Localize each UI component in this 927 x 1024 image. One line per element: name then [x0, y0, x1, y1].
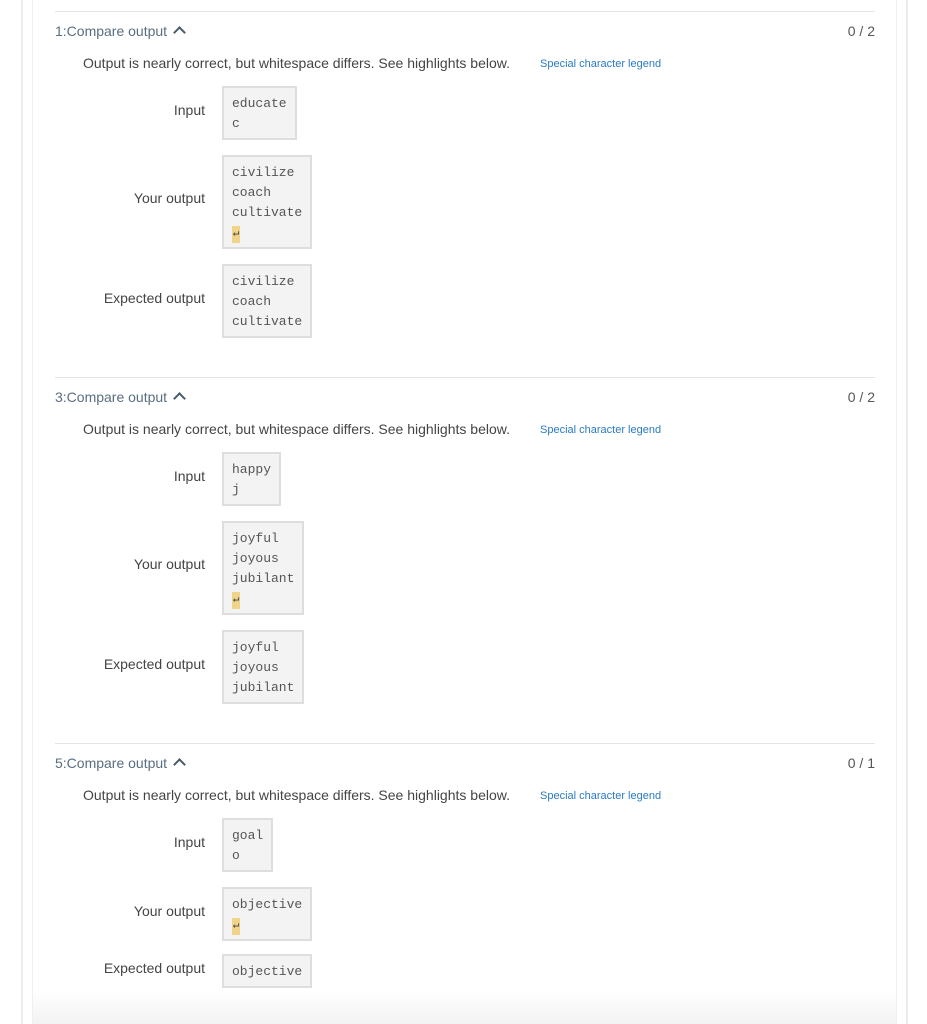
chevron-up-icon[interactable] [173, 392, 186, 405]
chevron-up-icon[interactable] [173, 26, 186, 39]
your-output-label: Your output [133, 190, 205, 206]
input-label: Input [173, 102, 205, 118]
test-section-3: 3:Compare output 0 / 2 Output is nearly … [55, 377, 875, 719]
expected-output-label: Expected output [103, 656, 205, 672]
your-output-label: Your output [133, 556, 205, 572]
section-header[interactable]: 5:Compare output 0 / 1 [55, 744, 875, 782]
newline-highlight-icon: ↵ [232, 226, 240, 243]
your-output-box: civilize coach cultivate ↵ [222, 155, 313, 249]
test-section-5: 5:Compare output 0 / 1 Output is nearly … [55, 743, 875, 1003]
input-box: educate c [222, 86, 297, 140]
bottom-fade [33, 990, 896, 1024]
expected-output-box: joyful joyous jubilant [222, 630, 305, 704]
input-box: goal o [222, 818, 274, 872]
section-header[interactable]: 3:Compare output 0 / 2 [55, 378, 875, 416]
your-output-row: Your output joyful joyous jubilant ↵ [55, 521, 875, 615]
input-row: Input goal o [55, 818, 875, 872]
chevron-up-icon[interactable] [173, 758, 186, 771]
section-title[interactable]: 5:Compare output [55, 755, 186, 771]
page-border-right [906, 0, 908, 1024]
input-label: Input [173, 834, 205, 850]
score: 0 / 1 [847, 755, 875, 771]
expected-output-row: Expected output objective [55, 954, 875, 988]
expected-output-row: Expected output joyful joyous jubilant [55, 630, 875, 704]
test-section-1: 1:Compare output 0 / 2 Output is nearly … [55, 11, 875, 353]
result-message: Output is nearly correct, but whitespace… [83, 421, 510, 437]
expected-output-box: civilize coach cultivate [222, 264, 313, 338]
input-label: Input [173, 468, 205, 484]
card-border-left [32, 0, 33, 1024]
expected-output-label: Expected output [103, 960, 205, 976]
result-message: Output is nearly correct, but whitespace… [83, 55, 510, 71]
newline-highlight-icon: ↵ [232, 592, 240, 609]
expected-output-box: objective [222, 954, 313, 988]
expected-output-label: Expected output [103, 290, 205, 306]
result-message: Output is nearly correct, but whitespace… [83, 787, 510, 803]
section-header[interactable]: 1:Compare output 0 / 2 [55, 12, 875, 50]
your-output-label: Your output [133, 903, 205, 919]
input-box: happy j [222, 452, 282, 506]
your-output-box: joyful joyous jubilant ↵ [222, 521, 305, 615]
your-output-row: Your output civilize coach cultivate ↵ [55, 155, 875, 249]
input-row: Input happy j [55, 452, 875, 506]
score: 0 / 2 [847, 23, 875, 39]
your-output-row: Your output objective ↵ [55, 887, 875, 941]
special-character-legend-link[interactable]: Special character legend [540, 790, 661, 802]
section-title[interactable]: 3:Compare output [55, 389, 186, 405]
newline-highlight-icon: ↵ [232, 918, 240, 935]
page-border-left [21, 0, 23, 1024]
card-border-right [896, 0, 897, 1024]
expected-output-row: Expected output civilize coach cultivate [55, 264, 875, 338]
special-character-legend-link[interactable]: Special character legend [540, 424, 661, 436]
input-row: Input educate c [55, 86, 875, 140]
your-output-box: objective ↵ [222, 887, 313, 941]
special-character-legend-link[interactable]: Special character legend [540, 58, 661, 70]
score: 0 / 2 [847, 389, 875, 405]
section-title[interactable]: 1:Compare output [55, 23, 186, 39]
